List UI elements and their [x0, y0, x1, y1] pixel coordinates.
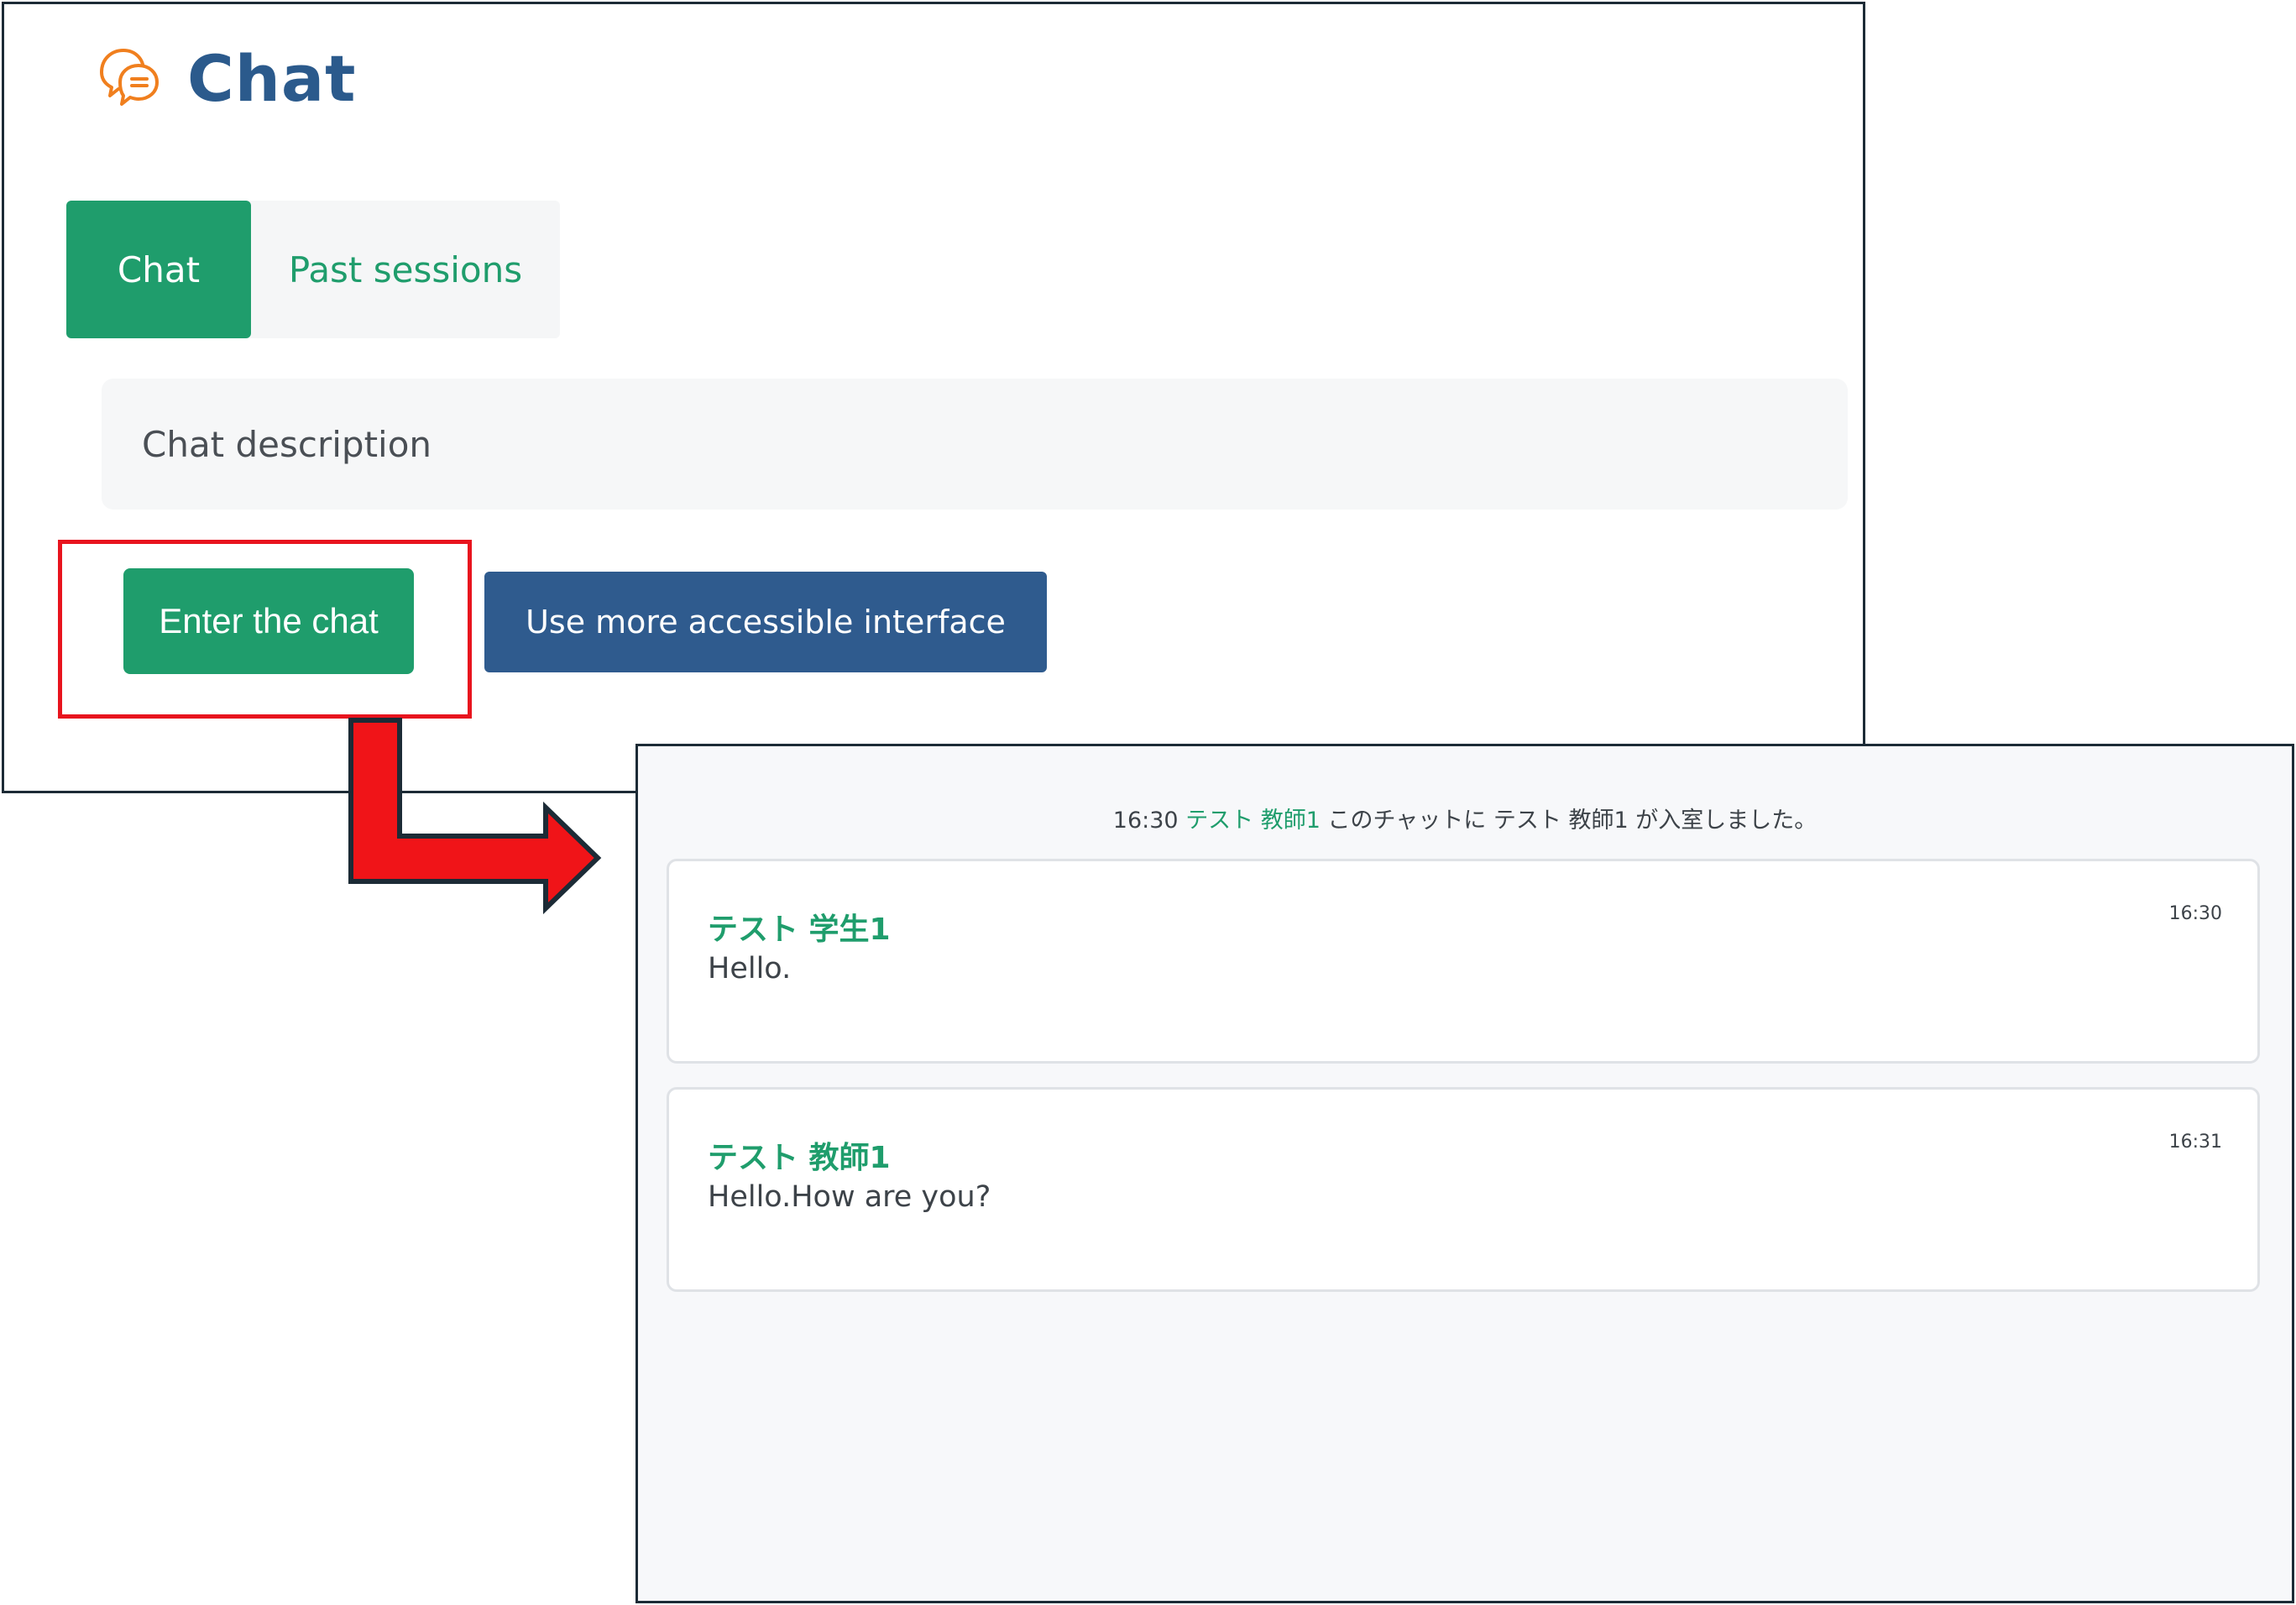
page-header: Chat [93, 41, 357, 116]
accessible-interface-button[interactable]: Use more accessible interface [484, 572, 1047, 672]
page-title: Chat [187, 41, 357, 116]
chat-bubbles-icon [100, 48, 159, 106]
system-message-user[interactable]: テスト 教師1 [1185, 808, 1321, 834]
message-author: テスト 学生1 [708, 912, 891, 947]
message-text: Hello. [708, 952, 792, 985]
screenshot-canvas: Chat Chat Past sessions Chat description… [0, 0, 2296, 1605]
tab-chat[interactable]: Chat [66, 201, 251, 338]
system-message: 16:30 テスト 教師1 このチャットに テスト 教師1 が入室しました。 [638, 802, 2292, 834]
chat-room-window: 16:30 テスト 教師1 このチャットに テスト 教師1 が入室しました。 テ… [635, 744, 2294, 1603]
system-message-text: このチャットに テスト 教師1 が入室しました。 [1327, 808, 1817, 834]
message-time: 16:31 [2168, 1132, 2222, 1153]
tab-past-sessions[interactable]: Past sessions [251, 201, 560, 338]
message-time: 16:30 [2168, 903, 2222, 924]
message-card: テスト 教師1 Hello.How are you? 16:31 [667, 1087, 2260, 1292]
tab-bar: Chat Past sessions [66, 201, 560, 338]
chat-activity-window: Chat Chat Past sessions Chat description… [2, 2, 1865, 793]
message-author: テスト 教師1 [708, 1141, 891, 1175]
chat-description: Chat description [102, 379, 1848, 510]
enter-chat-button[interactable]: Enter the chat [123, 568, 414, 674]
message-card: テスト 学生1 Hello. 16:30 [667, 859, 2260, 1064]
message-text: Hello.How are you? [708, 1180, 991, 1214]
system-message-time: 16:30 [1112, 808, 1179, 834]
